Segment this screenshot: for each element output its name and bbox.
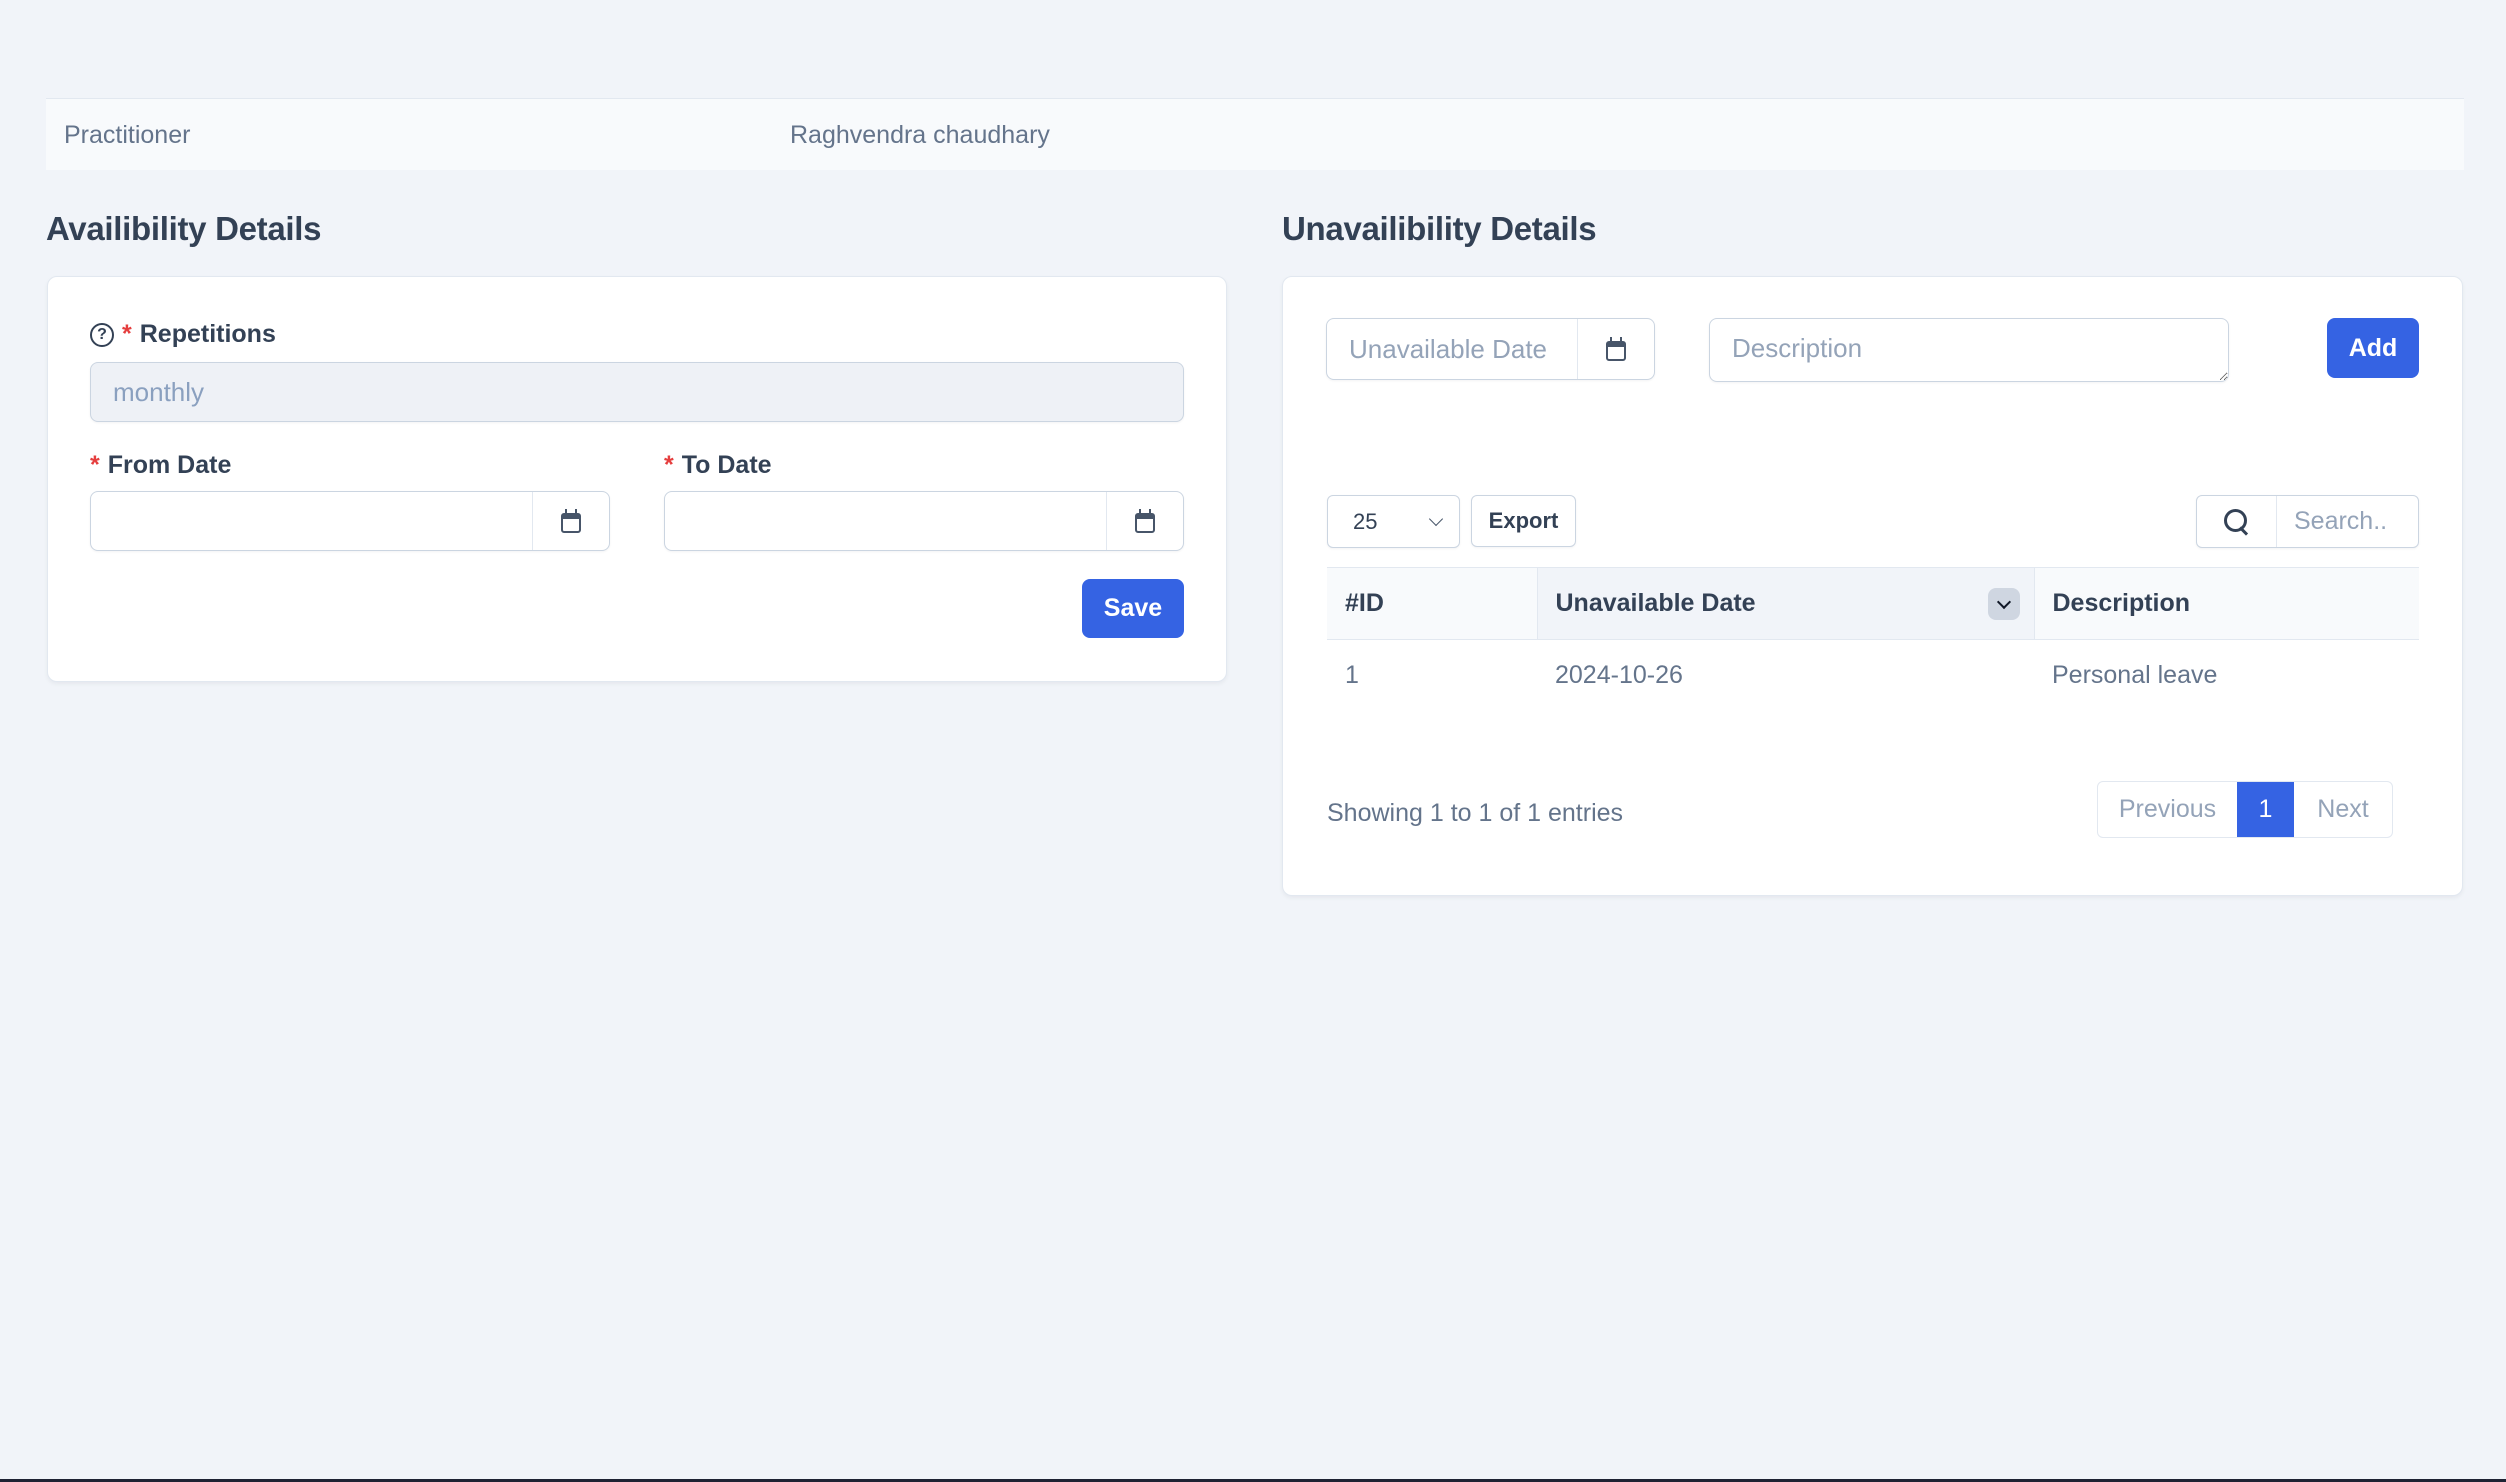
next-page-button[interactable]: Next <box>2294 782 2392 837</box>
calendar-icon <box>561 509 581 533</box>
pagination: Previous 1 Next <box>2097 781 2393 838</box>
practitioner-label: Practitioner <box>64 121 191 149</box>
cell-unavailable-date: 2024-10-26 <box>1555 661 1683 690</box>
unavailability-table: #ID Unavailable Date Description 1 2024-… <box>1327 567 2419 712</box>
to-date-label: * To Date <box>664 451 772 480</box>
unavailable-date-placeholder: Unavailable Date <box>1349 333 1548 364</box>
required-marker: * <box>90 451 100 479</box>
column-header-unavailable-date-label: Unavailable Date <box>1555 589 1756 617</box>
search-icon <box>2223 508 2250 535</box>
table-row: 1 2024-10-26 Personal leave <box>1327 640 2419 712</box>
search-input[interactable]: Search.. <box>2277 507 2387 536</box>
to-date-picker-button[interactable] <box>1106 492 1183 550</box>
cell-description: Personal leave <box>2052 661 2218 690</box>
table-header-row: #ID Unavailable Date Description <box>1327 567 2419 640</box>
repetitions-label: ? * Repetitions <box>90 320 276 349</box>
entries-summary: Showing 1 to 1 of 1 entries <box>1327 799 1624 827</box>
from-date-input[interactable] <box>90 491 610 551</box>
availability-title: Availibility Details <box>46 210 322 247</box>
page-size-value: 25 <box>1353 508 1378 534</box>
search-group: Search.. <box>2196 495 2419 548</box>
question-circle-icon[interactable]: ? <box>90 322 114 347</box>
practitioner-row: Practitioner Raghvendra chaudhary <box>46 98 2464 170</box>
cell-id: 1 <box>1345 661 1359 690</box>
column-header-id[interactable]: #ID <box>1327 567 1537 640</box>
required-marker: * <box>122 320 132 348</box>
chevron-down-icon <box>1996 594 2011 609</box>
unavailability-title: Unavailibility Details <box>1282 210 1597 247</box>
column-header-description[interactable]: Description <box>2034 567 2419 640</box>
page-size-select[interactable]: 25 <box>1327 495 1460 548</box>
practitioner-value: Raghvendra chaudhary <box>790 121 1050 149</box>
page-1-button[interactable]: 1 <box>2237 782 2294 837</box>
save-button[interactable]: Save <box>1082 579 1184 638</box>
repetitions-label-text: Repetitions <box>139 320 276 348</box>
repetitions-value: monthly <box>113 376 205 407</box>
description-textarea[interactable] <box>1709 318 2229 382</box>
sort-toggle-button[interactable] <box>1987 588 2020 620</box>
previous-page-button[interactable]: Previous <box>2098 782 2237 837</box>
export-label: Export <box>1488 508 1559 533</box>
calendar-icon <box>1606 337 1626 361</box>
add-button[interactable]: Add <box>2327 318 2419 378</box>
unavailable-date-input[interactable]: Unavailable Date <box>1326 318 1655 380</box>
from-date-picker-button[interactable] <box>532 492 609 550</box>
from-date-label-text: From Date <box>107 451 232 479</box>
calendar-icon <box>1135 509 1155 533</box>
required-marker: * <box>664 451 674 479</box>
from-date-label: * From Date <box>90 451 231 480</box>
unavailable-date-picker-button[interactable] <box>1577 319 1654 379</box>
to-date-label-text: To Date <box>681 451 772 479</box>
export-button[interactable]: Export <box>1471 495 1576 547</box>
column-header-unavailable-date[interactable]: Unavailable Date <box>1536 567 2035 640</box>
search-button[interactable] <box>2197 496 2277 547</box>
repetitions-input[interactable]: monthly <box>90 362 1184 422</box>
to-date-input[interactable] <box>664 491 1184 551</box>
chevron-down-icon <box>1428 511 1444 526</box>
